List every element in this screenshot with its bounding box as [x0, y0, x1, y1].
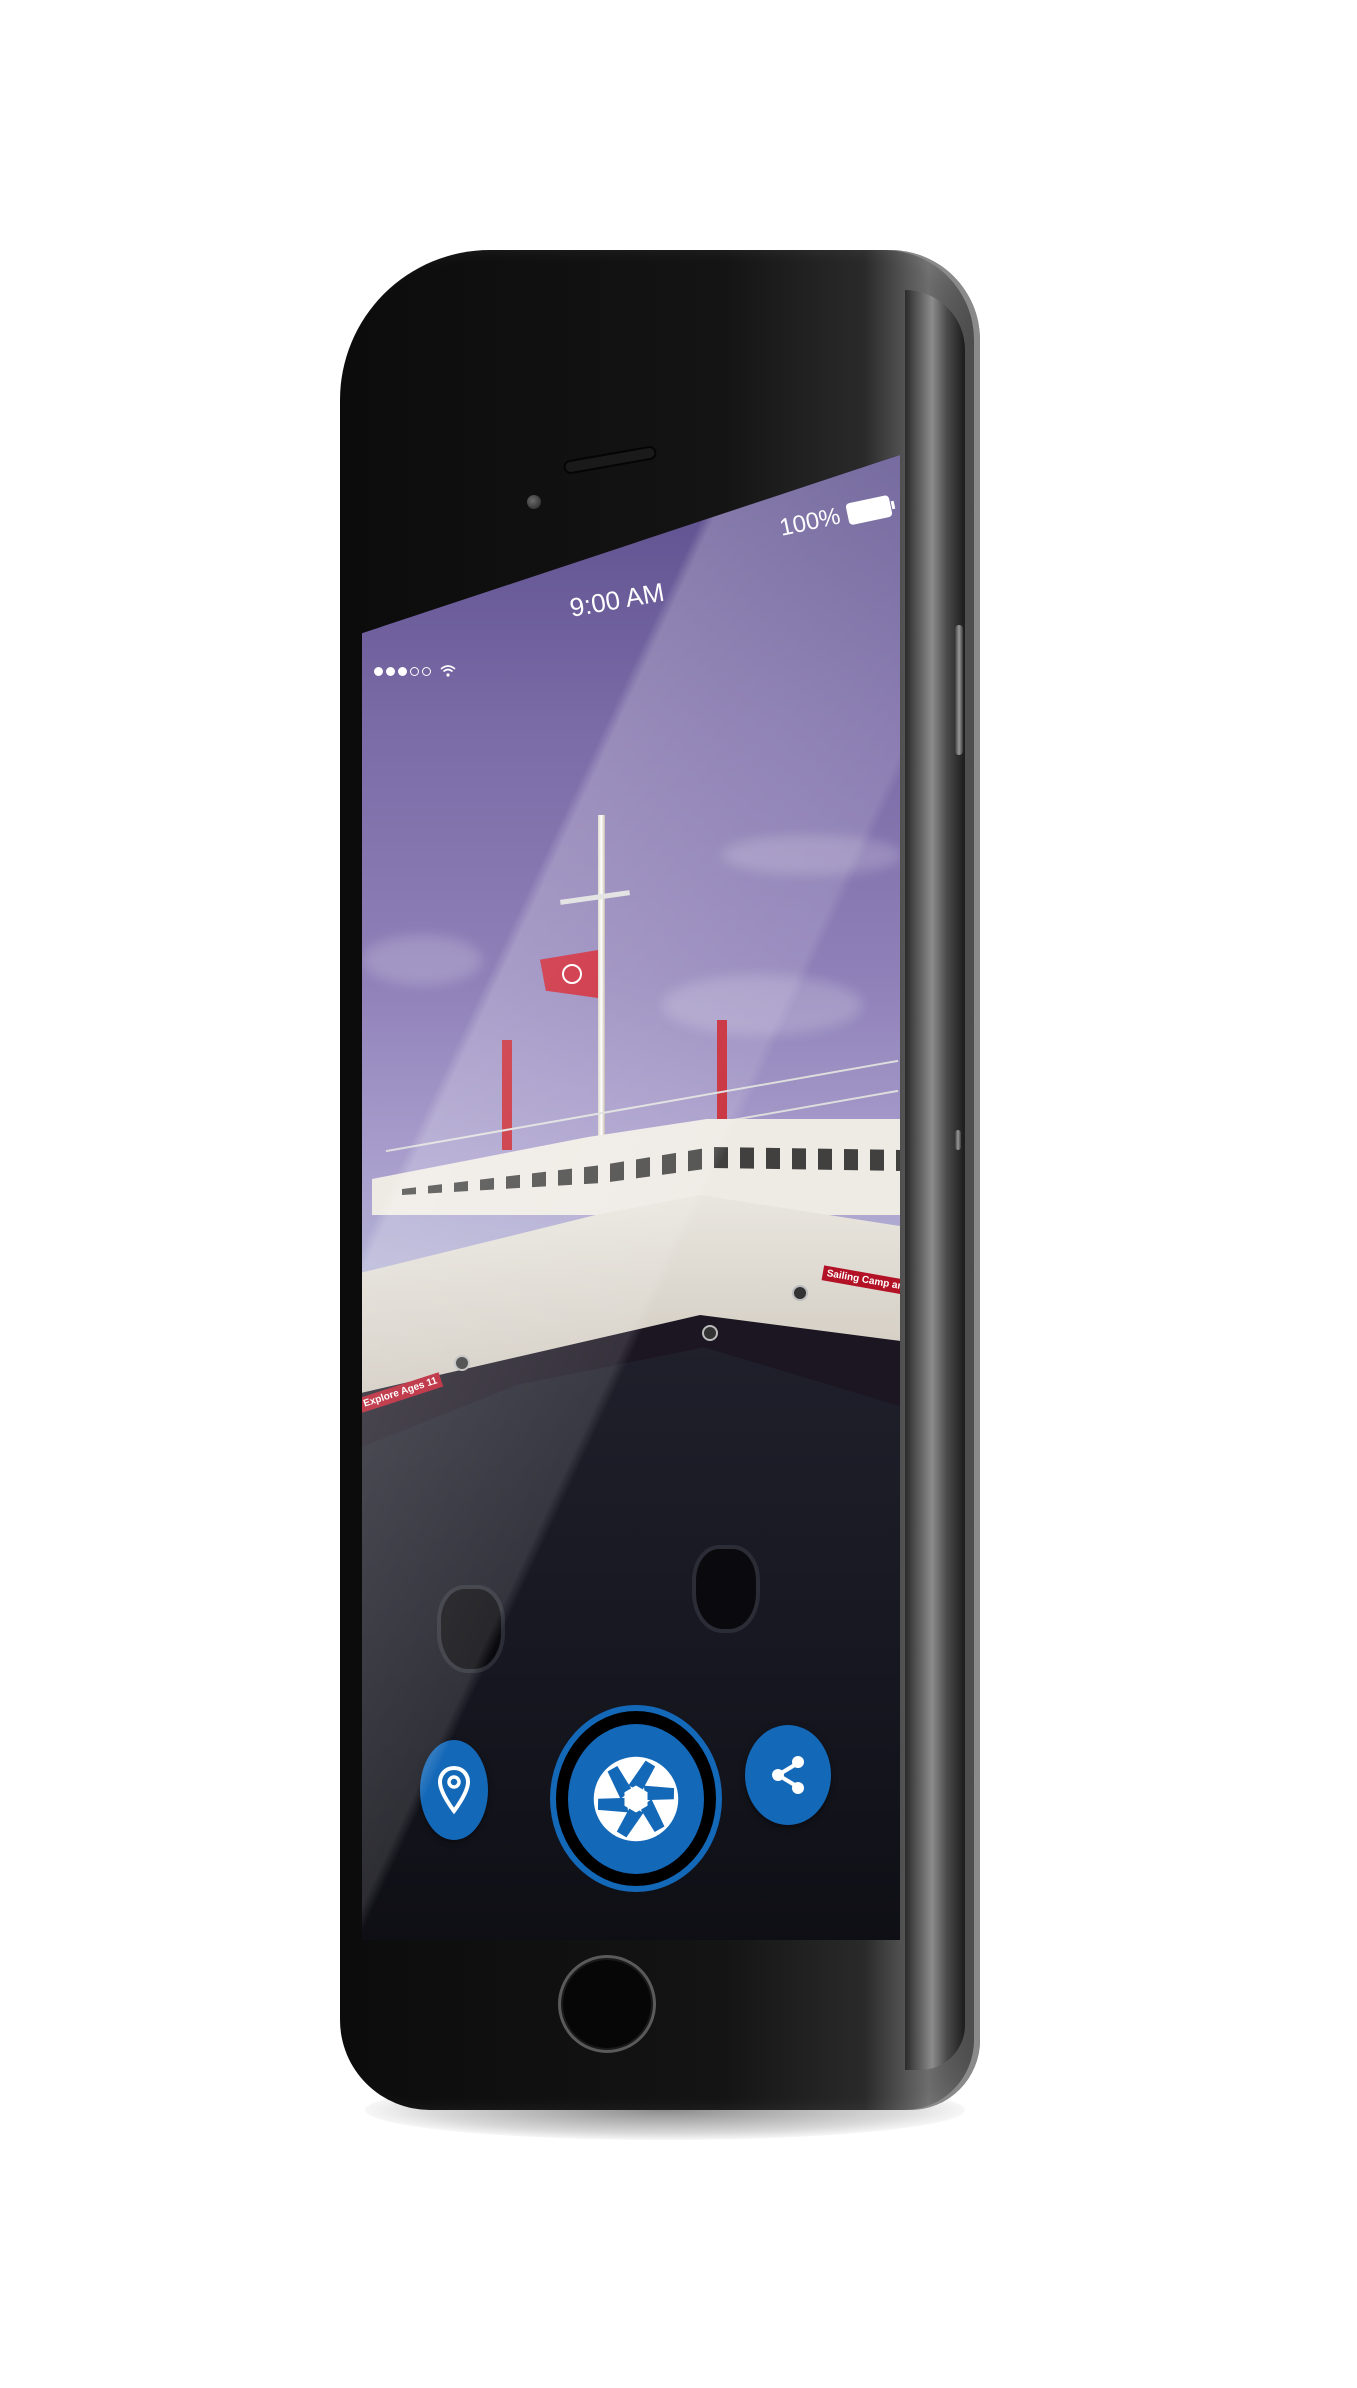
battery-indicator: 100%: [777, 492, 894, 543]
power-button: [955, 625, 963, 755]
cloud: [662, 975, 862, 1035]
wifi-icon: [440, 665, 456, 677]
porthole: [792, 1285, 808, 1301]
cloud: [722, 835, 900, 875]
signal-dot-filled: [398, 666, 407, 676]
phone-screen: Sailing Camp and Lea Explore Ages 11 100…: [362, 455, 900, 1940]
capture-button-inner: [568, 1723, 704, 1874]
share-icon: [772, 1756, 804, 1794]
anchor-hole: [692, 1545, 760, 1633]
location-pin-icon: [437, 1765, 471, 1815]
signal-dot-filled: [386, 666, 395, 676]
signal-strength: [374, 665, 456, 677]
capture-button[interactable]: [550, 1705, 722, 1892]
mast-yard: [559, 890, 631, 905]
red-vent: [502, 1040, 512, 1150]
signal-dot-empty: [410, 666, 419, 676]
red-flag: [540, 950, 598, 998]
battery-percent: 100%: [777, 502, 843, 542]
cloud: [362, 935, 482, 985]
porthole: [702, 1325, 718, 1341]
share-button[interactable]: [745, 1725, 831, 1825]
status-time: 9:00 AM: [567, 576, 667, 623]
anchor-hole: [437, 1585, 505, 1673]
side-port: [955, 1130, 961, 1150]
porthole: [454, 1355, 470, 1371]
signal-dot-filled: [374, 666, 383, 676]
home-button[interactable]: [558, 1955, 656, 2053]
camera-shutter-icon: [593, 1756, 679, 1841]
phone-edge: [905, 290, 965, 2070]
front-camera: [527, 495, 541, 509]
location-button[interactable]: [420, 1740, 488, 1840]
battery-icon: [845, 494, 894, 526]
signal-dot-empty: [422, 666, 431, 676]
